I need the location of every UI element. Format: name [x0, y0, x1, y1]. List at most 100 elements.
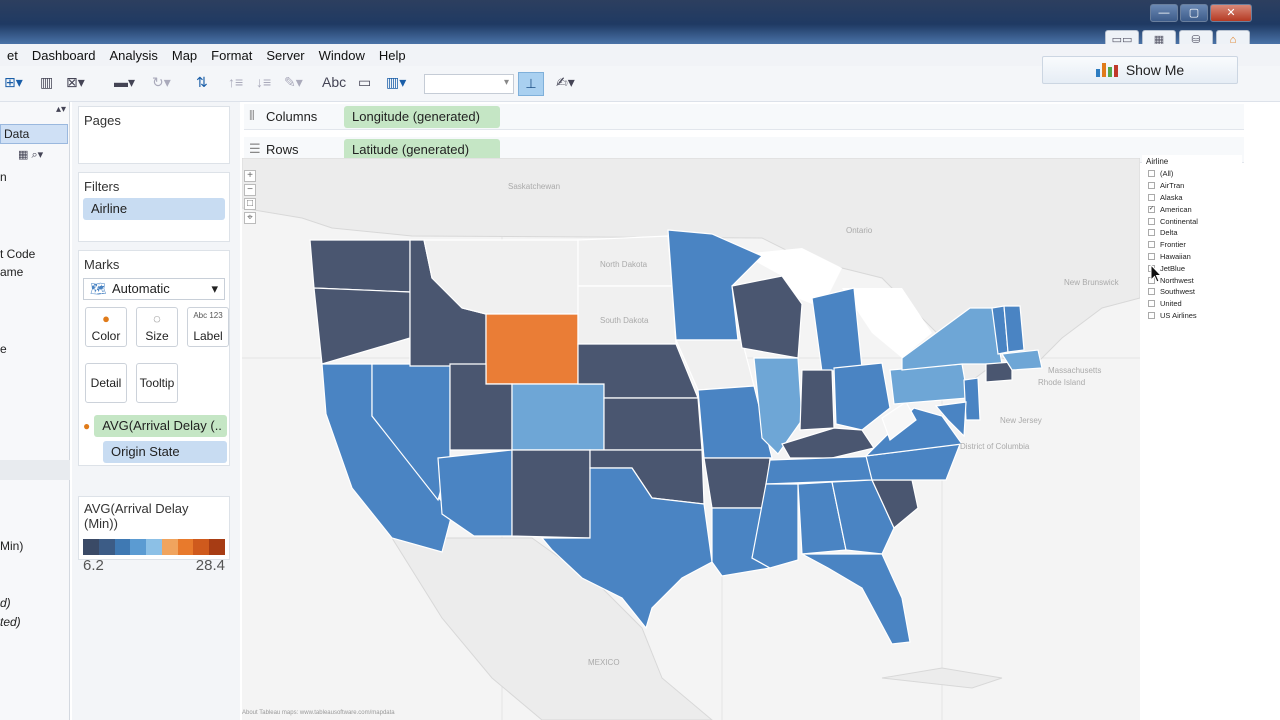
airline-filter-item[interactable]: Southwest: [1142, 286, 1242, 298]
checkbox[interactable]: ✓: [1148, 205, 1155, 213]
title-bar: — ▢ ✕: [0, 0, 1280, 44]
menu-item-map[interactable]: Map: [165, 48, 204, 63]
sort-descending-icon[interactable]: ↓≡: [256, 74, 271, 94]
marks-card: Marks 🗺 Automatic ● Color ◌ Size Abc 123…: [78, 250, 230, 466]
checkbox[interactable]: [1148, 193, 1155, 201]
label-icon: Abc 123: [193, 311, 223, 320]
checkbox[interactable]: [1148, 182, 1155, 190]
menu-item-help[interactable]: Help: [372, 48, 413, 63]
checkbox[interactable]: [1148, 288, 1155, 296]
maximize-button[interactable]: ▢: [1180, 4, 1208, 22]
field-item[interactable]: ame: [0, 265, 23, 279]
fit-select[interactable]: [424, 74, 514, 94]
checkbox[interactable]: [1148, 300, 1155, 308]
airline-filter-item[interactable]: Alaska: [1142, 192, 1242, 204]
menu-item-analysis[interactable]: Analysis: [102, 48, 164, 63]
new-sheet-icon[interactable]: ⊞▾: [4, 74, 23, 94]
show-me-button[interactable]: Show Me: [1042, 56, 1238, 84]
marks-pill-origin-state[interactable]: Origin State: [103, 441, 227, 463]
map-label: Saskatchewan: [508, 182, 561, 191]
save-icon[interactable]: ▬▾: [114, 74, 135, 94]
map-attribution[interactable]: About Tableau maps: www.tableausoftware.…: [242, 710, 395, 716]
airline-filter-label: Continental: [1160, 216, 1198, 226]
airline-filter-title: Airline: [1146, 157, 1169, 166]
mark-type-select[interactable]: 🗺 Automatic: [83, 278, 225, 300]
sort-ascending-icon[interactable]: ↑≡: [228, 74, 243, 94]
minimize-button[interactable]: —: [1150, 4, 1178, 22]
menu-item-server[interactable]: Server: [259, 48, 311, 63]
field-item[interactable]: t Code: [0, 247, 35, 261]
menu-item-dashboard[interactable]: Dashboard: [25, 48, 103, 63]
fit-icon[interactable]: ▥▾: [386, 74, 406, 94]
field-item[interactable]: e: [0, 342, 7, 356]
duplicate-sheet-icon[interactable]: ▥: [40, 74, 53, 94]
zoom-out-icon[interactable]: −: [244, 184, 256, 196]
filters-card[interactable]: Filters Airline: [78, 172, 230, 242]
color-ramp-step: [98, 539, 115, 555]
us-map[interactable]: [242, 158, 1140, 720]
airline-filter-item[interactable]: Continental: [1142, 215, 1242, 227]
zoom-in-icon[interactable]: +: [244, 170, 256, 182]
mark-type-label: Automatic: [112, 281, 170, 296]
airline-filter-item[interactable]: (All): [1142, 168, 1242, 180]
columns-shelf[interactable]: ⦀ Columns Longitude (generated): [244, 104, 1244, 130]
airline-filter-label: Frontier: [1160, 240, 1186, 250]
airline-filter-item[interactable]: AirTran: [1142, 180, 1242, 192]
checkbox[interactable]: [1148, 170, 1155, 178]
filter-pill-airline[interactable]: Airline: [83, 198, 225, 220]
field-item[interactable]: n: [0, 170, 7, 184]
field-item[interactable]: d): [0, 596, 11, 610]
size-button[interactable]: ◌ Size: [136, 307, 178, 347]
mouse-cursor-icon: [1150, 264, 1162, 283]
airline-filter-label: United: [1160, 299, 1182, 309]
airline-filter-label: Hawaiian: [1160, 251, 1191, 261]
legend-title: AVG(Arrival Delay (Min)): [84, 501, 189, 531]
pin-icon[interactable]: ⊥: [518, 72, 544, 96]
checkbox[interactable]: [1148, 252, 1155, 260]
cuba-landmass: [881, 667, 1003, 689]
airline-filter-item[interactable]: ✓ American: [1142, 203, 1242, 215]
checkbox[interactable]: [1148, 241, 1155, 249]
state-michigan: [811, 287, 863, 373]
checkbox[interactable]: [1148, 217, 1155, 225]
refresh-icon[interactable]: ↻▾: [152, 74, 171, 94]
swap-icon[interactable]: ⇅: [196, 74, 208, 94]
airline-filter-item[interactable]: Hawaiian: [1142, 251, 1242, 263]
cards-panel: Pages Filters Airline Marks 🗺 Automatic …: [72, 102, 240, 720]
pane-menu-icon[interactable]: ▴▾: [56, 104, 66, 124]
menu-item-sheet[interactable]: et: [0, 48, 25, 63]
color-ramp[interactable]: [83, 539, 226, 555]
view-toggle-icon[interactable]: ▦ ⌕▾: [18, 148, 43, 168]
presentation-icon[interactable]: ▭: [358, 74, 371, 94]
airline-filter-item[interactable]: Delta: [1142, 227, 1242, 239]
airline-filter-item[interactable]: Frontier: [1142, 239, 1242, 251]
airline-filter-label: (All): [1160, 169, 1174, 179]
field-item[interactable]: Min): [0, 539, 23, 553]
zoom-area-icon[interactable]: □: [244, 198, 256, 210]
detail-button[interactable]: Detail: [85, 363, 127, 403]
field-item[interactable]: ted): [0, 615, 21, 629]
menu-item-window[interactable]: Window: [312, 48, 372, 63]
airline-filter-item[interactable]: United: [1142, 298, 1242, 310]
state-kansas: [603, 397, 703, 451]
legend-min: 6.2: [83, 557, 104, 574]
marks-pill-avg-arrival-delay[interactable]: AVG(Arrival Delay (..: [94, 415, 227, 437]
label-button[interactable]: Abc 123 Label: [187, 307, 229, 347]
highlight-icon[interactable]: ✎▾: [284, 74, 303, 94]
checkbox[interactable]: [1148, 229, 1155, 237]
show-labels-button[interactable]: Abc: [322, 74, 346, 94]
data-tab[interactable]: Data: [0, 124, 68, 144]
clear-sheet-icon[interactable]: ⊠▾: [66, 74, 85, 94]
airline-filter-item[interactable]: US Airlines: [1142, 310, 1242, 322]
pin-map-icon[interactable]: ⌖: [244, 212, 256, 224]
map-view[interactable]: + − □ ⌖ Saskatchewan North Dakota South …: [242, 158, 1140, 720]
checkbox[interactable]: [1148, 311, 1155, 319]
pages-card[interactable]: Pages: [78, 106, 230, 164]
annotate-icon[interactable]: ✍▾: [556, 74, 575, 94]
columns-pill-longitude[interactable]: Longitude (generated): [344, 106, 500, 128]
color-button[interactable]: ● Color: [85, 307, 127, 347]
close-button[interactable]: ✕: [1210, 4, 1252, 22]
menu-item-format[interactable]: Format: [204, 48, 259, 63]
tooltip-button[interactable]: Tooltip: [136, 363, 178, 403]
bar-chart-icon: [1095, 63, 1118, 77]
